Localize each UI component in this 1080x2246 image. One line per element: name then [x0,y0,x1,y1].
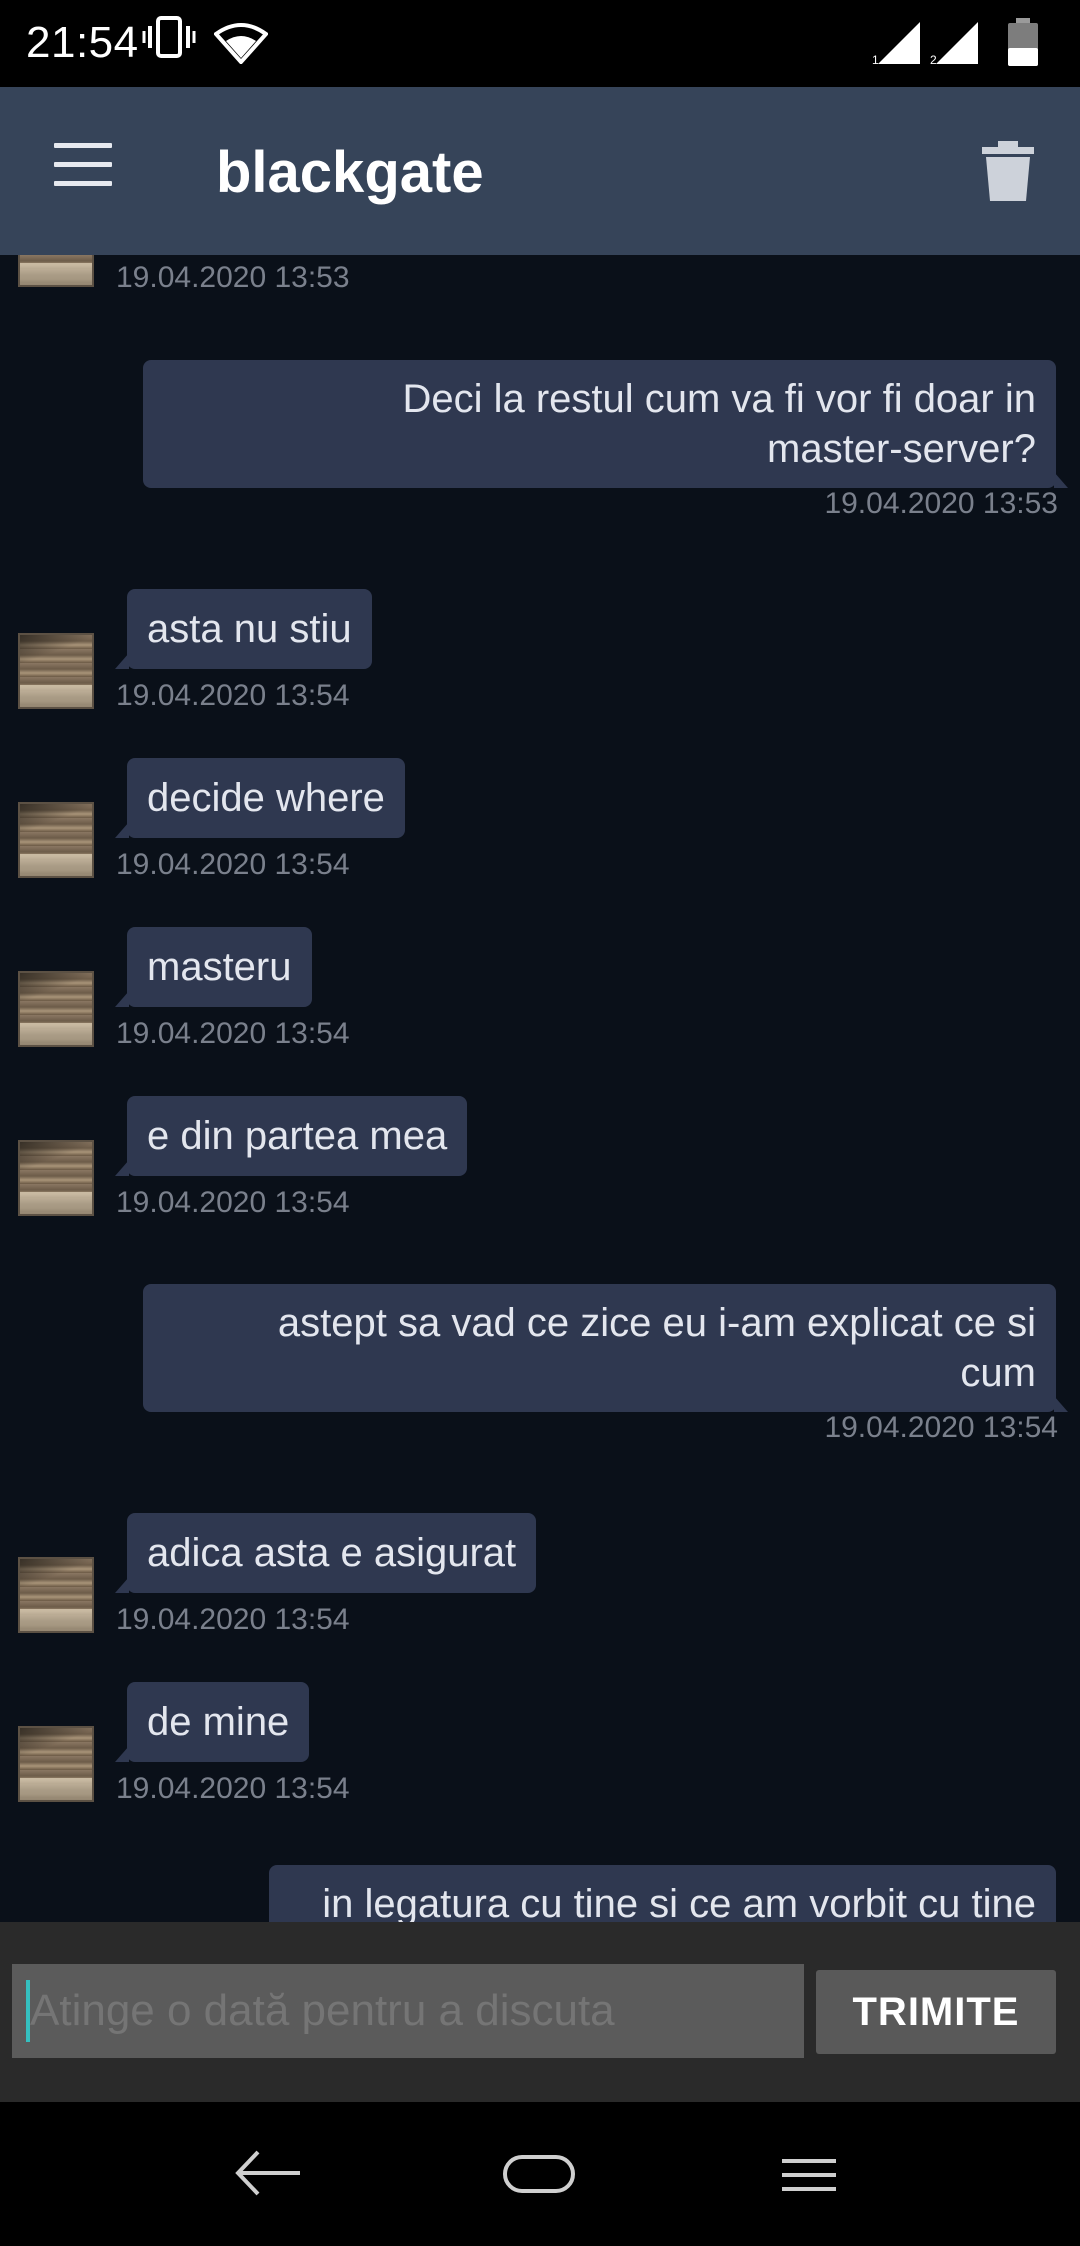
message-timestamp: 19.04.2020 13:54 [116,1186,350,1219]
message-incoming: 19.04.2020 13:53 [0,255,1080,315]
recents-icon[interactable] [780,2158,838,2192]
vibrate-icon [142,16,196,58]
message-timestamp: 19.04.2020 13:54 [824,1411,1058,1444]
message-timestamp: 19.04.2020 13:54 [116,1603,350,1636]
message-bubble[interactable]: e din partea mea [114,1096,468,1176]
status-bar: 21:54 1 2 [0,0,1080,87]
message-outgoing: astept sa vad ce zice eu i-am explicat c… [0,1284,1080,1444]
back-icon[interactable] [234,2148,304,2198]
avatar[interactable] [18,802,94,878]
signal-sim1-icon: 1 [872,22,920,66]
message-outgoing: in legatura cu tine si ce am vorbit cu t… [0,1865,1080,1922]
avatar[interactable] [18,971,94,1047]
message-timestamp: 19.04.2020 13:53 [824,487,1058,520]
wifi-icon [214,23,268,64]
message-timestamp: 19.04.2020 13:54 [116,848,350,881]
message-bubble[interactable]: astept sa vad ce zice eu i-am explicat c… [143,1284,1068,1412]
message-bubble[interactable]: decide where [115,758,405,838]
hamburger-line [54,181,112,186]
message-incoming: de mine 19.04.2020 13:54 [0,1682,1080,1812]
composer-bar: TRIMITE [0,1922,1080,2102]
message-incoming: asta nu stiu 19.04.2020 13:54 [0,589,1080,719]
hamburger-line [54,162,112,167]
message-incoming: decide where 19.04.2020 13:54 [0,758,1080,888]
message-outgoing: Deci la restul cum va fi vor fi doar in … [0,360,1080,520]
message-incoming: e din partea mea 19.04.2020 13:54 [0,1096,1080,1226]
trash-icon[interactable] [980,139,1036,203]
message-bubble[interactable]: de mine [114,1682,310,1762]
battery-icon [1008,18,1038,66]
message-timestamp: 19.04.2020 13:54 [116,1017,350,1050]
message-bubble[interactable]: in legatura cu tine si ce am vorbit cu t… [269,1865,1056,1922]
avatar[interactable] [18,1140,94,1216]
avatar[interactable] [18,633,94,709]
message-text-line: in legatura cu tine si ce am vorbit cu t… [322,1882,1036,1922]
message-bubble[interactable]: Deci la restul cum va fi vor fi doar in … [143,360,1068,488]
message-timestamp: 19.04.2020 13:54 [116,1772,350,1805]
send-button[interactable]: TRIMITE [816,1970,1056,2054]
text-cursor [26,1980,30,2042]
message-incoming: adica asta e asigurat 19.04.2020 13:54 [0,1513,1080,1643]
message-text-line: astept sa vad ce zice eu i-am explicat c… [277,1301,1036,1345]
avatar[interactable] [18,1557,94,1633]
status-time: 21:54 [26,18,139,67]
message-input[interactable] [12,1964,804,2058]
message-bubble[interactable]: masteru [115,927,312,1007]
hamburger-menu-icon [54,143,112,148]
message-text-line: master-server? [767,427,1036,471]
system-nav-bar [0,2102,1080,2246]
message-incoming: masteru 19.04.2020 13:54 [0,927,1080,1057]
message-bubble[interactable]: adica asta e asigurat [114,1513,537,1593]
chat-title: blackgate [216,140,484,205]
message-timestamp: 19.04.2020 13:53 [116,261,350,294]
message-text-line: Deci la restul cum va fi vor fi doar in [402,377,1036,421]
signal-sim2-icon: 2 [930,22,978,66]
menu-button[interactable] [54,143,112,189]
message-text-line: cum [960,1351,1036,1395]
home-icon[interactable] [502,2154,576,2194]
message-list[interactable]: 19.04.2020 13:53 Deci la restul cum va f… [0,255,1080,1922]
avatar[interactable] [18,255,94,287]
sim1-label: 1 [872,53,879,66]
avatar[interactable] [18,1726,94,1802]
message-timestamp: 19.04.2020 13:54 [116,679,350,712]
message-bubble[interactable]: asta nu stiu [115,589,372,669]
sim2-label: 2 [930,53,937,66]
app-bar: blackgate [0,87,1080,255]
